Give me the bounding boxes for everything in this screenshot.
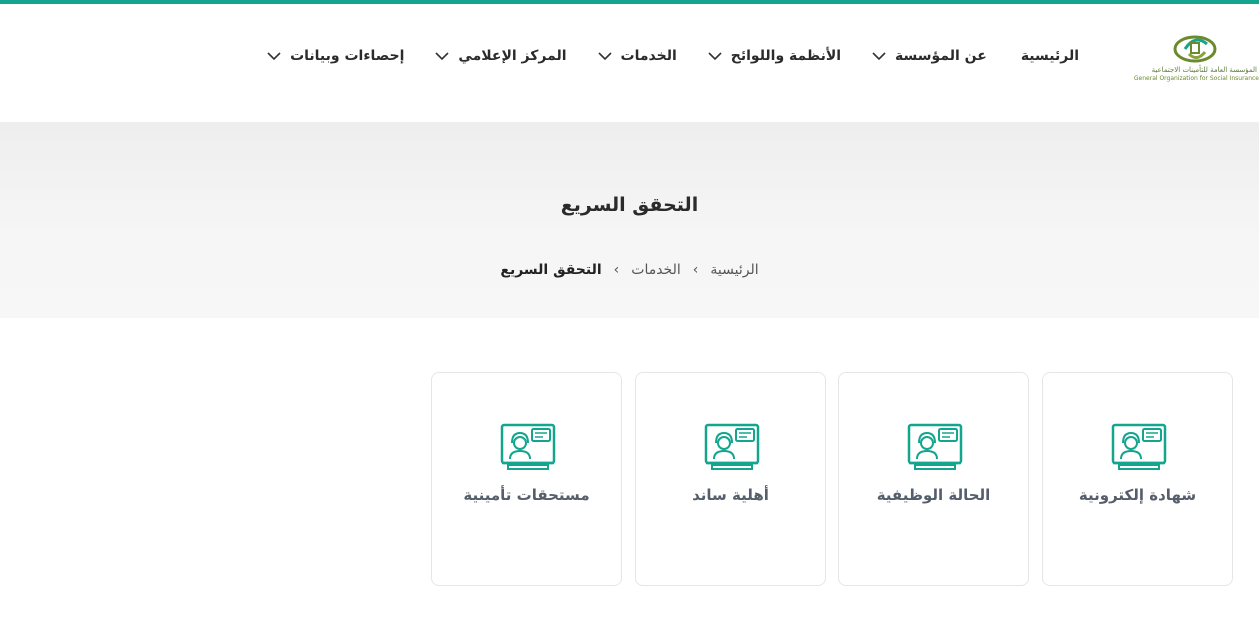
service-card-label: مستحقات تأمينية — [463, 486, 590, 504]
nav-item-home[interactable]: الرئيسية — [1021, 44, 1079, 68]
nav-item-label: الأنظمة واللوائح — [730, 48, 842, 64]
nav-item-label: إحصاءات وبيانات — [290, 48, 405, 64]
breadcrumb-current: التحقق السريع — [500, 262, 602, 278]
nav-item-statistics[interactable]: إحصاءات وبيانات — [266, 44, 404, 68]
breadcrumb-services[interactable]: الخدمات — [631, 262, 681, 278]
nav-item-label: المركز الإعلامي — [458, 48, 567, 64]
chevron-down-icon — [597, 52, 612, 61]
breadcrumb-separator-icon: › — [613, 262, 620, 278]
service-card-saned-eligibility[interactable]: أهلية ساند — [635, 372, 826, 586]
site-header: المؤسسة العامة للتأمينات الاجتماعية Gene… — [0, 4, 1259, 122]
nav-item-label: الرئيسية — [1020, 48, 1079, 64]
nav-item-label: الخدمات — [620, 48, 677, 64]
service-card-insurance-dues[interactable]: مستحقات تأمينية — [431, 372, 622, 586]
support-agent-laptop-icon — [1111, 423, 1167, 470]
page-title: التحقق السريع — [560, 194, 699, 216]
nav-item-label: عن المؤسسة — [895, 48, 987, 64]
service-card-employment-status[interactable]: الحالة الوظيفية — [838, 372, 1029, 586]
breadcrumb: الرئيسية › الخدمات › التحقق السريع — [0, 262, 1259, 278]
chevron-down-icon — [872, 52, 886, 61]
nav-item-about[interactable]: عن المؤسسة — [871, 44, 987, 68]
support-agent-laptop-icon — [907, 423, 963, 470]
main-nav: الرئيسية عن المؤسسة الأنظمة واللوائح الخ… — [266, 44, 1079, 68]
service-card-label: شهادة إلكترونية — [1078, 486, 1197, 504]
logo-english-text: General Organization for Social Insuranc… — [1133, 75, 1259, 82]
chevron-down-icon — [435, 52, 449, 61]
breadcrumb-separator-icon: › — [692, 262, 699, 278]
chevron-down-icon — [708, 52, 722, 61]
support-agent-laptop-icon — [500, 423, 556, 470]
support-agent-laptop-icon — [704, 423, 760, 470]
service-card-label: الحالة الوظيفية — [876, 486, 991, 504]
chevron-down-icon — [267, 52, 281, 61]
page-hero: التحقق السريع الرئيسية › الخدمات › التحق… — [0, 122, 1259, 318]
nav-item-media-center[interactable]: المركز الإعلامي — [434, 44, 567, 68]
logo-emblem-icon — [1173, 35, 1217, 63]
service-card-e-certificate[interactable]: شهادة إلكترونية — [1042, 372, 1233, 586]
service-card-label: أهلية ساند — [692, 486, 769, 504]
logo-arabic-text: المؤسسة العامة للتأمينات الاجتماعية — [1151, 66, 1257, 74]
gosi-logo[interactable]: المؤسسة العامة للتأمينات الاجتماعية Gene… — [1131, 32, 1259, 90]
breadcrumb-home[interactable]: الرئيسية — [710, 262, 758, 278]
nav-item-regulations[interactable]: الأنظمة واللوائح — [707, 44, 841, 68]
nav-item-services[interactable]: الخدمات — [597, 44, 677, 68]
